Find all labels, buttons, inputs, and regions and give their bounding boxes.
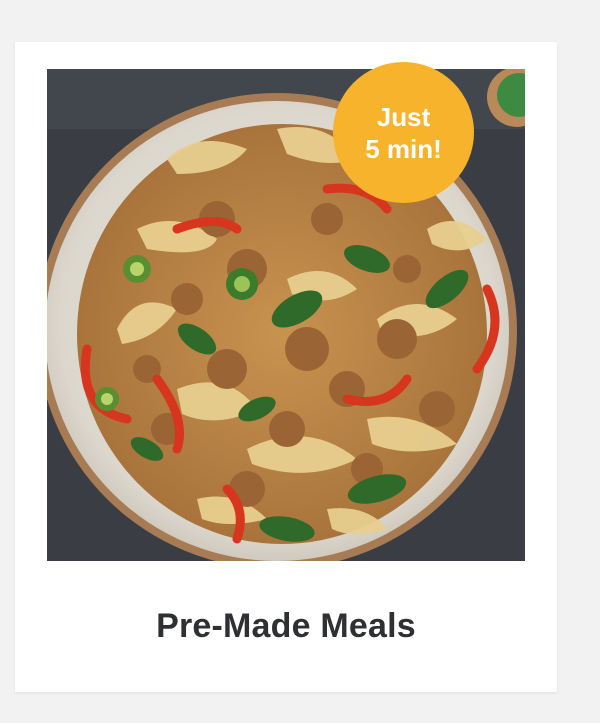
meal-card[interactable]: Just 5 min! Pre-Made Meals (15, 42, 557, 692)
badge-line-2: 5 min! (365, 133, 442, 164)
prep-time-badge: Just 5 min! (333, 62, 474, 203)
card-title[interactable]: Pre-Made Meals (15, 607, 557, 646)
badge-line-1: Just (376, 101, 431, 132)
